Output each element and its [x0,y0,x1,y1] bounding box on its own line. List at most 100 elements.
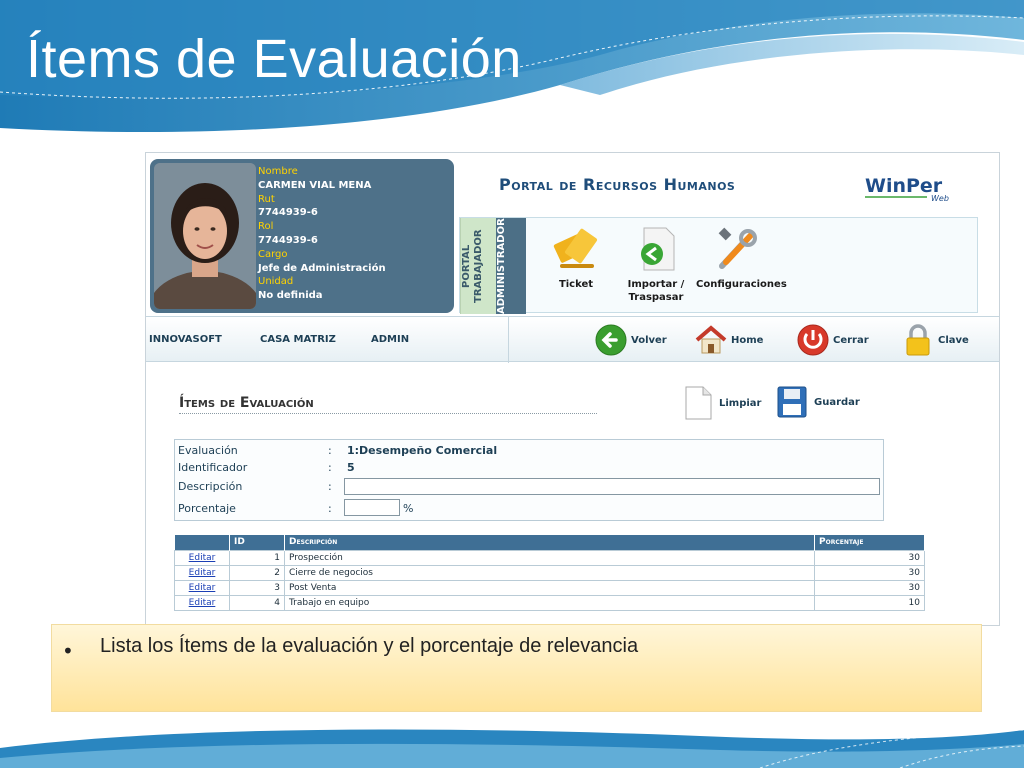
back-button[interactable]: Volver [594,323,667,357]
row-id: 3 [229,579,285,596]
evaluacion-label: Evaluación [178,444,238,457]
portal-title: Portal de Recursos Humanos [499,175,736,194]
profile-value-unidad: No definida [258,290,323,302]
porcentaje-colon: : [328,502,332,515]
evaluacion-value: 1:Desempeño Comercial [347,444,498,457]
row-porcentaje: 30 [814,564,925,581]
tools-icon [718,227,757,269]
row-descripcion: Trabajo en equipo [284,594,815,611]
import-icon [641,227,675,271]
save-button[interactable]: Guardar [776,385,860,419]
header-descripcion: Descripción [284,535,815,550]
back-label: Volver [631,334,667,346]
import-label: Importar / Traspasar [627,279,685,303]
form-row-porcentaje: Porcentaje : [178,502,332,515]
edit-link[interactable]: Editar [174,594,230,611]
configuraciones-label: Configuraciones [696,279,787,290]
nav-company[interactable]: INNOVASOFT [149,334,222,345]
profile-label-unidad: Unidad [258,276,294,288]
clear-label: Limpiar [719,397,762,409]
save-label: Guardar [814,396,860,408]
identificador-colon: : [328,461,332,474]
slide-title: Ítems de Evaluación [26,29,522,89]
winper-logo: WinPer Web [865,175,949,203]
row-porcentaje: 10 [814,594,925,611]
profile-card: Nombre CARMEN VIAL MENA Rut 7744939-6 Ro… [150,159,454,313]
row-porcentaje: 30 [814,549,925,566]
edit-link[interactable]: Editar [174,564,230,581]
edit-link[interactable]: Editar [174,579,230,596]
blank-page-icon [685,386,712,420]
footer-wave [0,729,1024,768]
row-descripcion: Post Venta [284,579,815,596]
row-id: 2 [229,564,285,581]
configuraciones-button[interactable]: Configuraciones [696,224,787,291]
profile-label-rol: Rol [258,221,274,233]
header-edit [174,535,230,550]
password-label: Clave [938,334,969,346]
caption-box: • Lista los Ítems de la evaluación y el … [51,624,982,712]
profile-value-cargo: Jefe de Administración [258,262,386,274]
evaluation-form: Evaluación : 1:Desempeño Comercial Ident… [174,439,884,521]
row-id: 4 [229,594,285,611]
table-row: Editar 1 Prospección 30 [174,549,925,566]
porcentaje-unit: % [403,502,414,515]
lock-icon [906,324,930,356]
table-row: Editar 3 Post Venta 30 [174,579,925,596]
clear-button[interactable]: Limpiar [683,385,762,421]
profile-label-nombre: Nombre [258,166,298,177]
descripcion-input[interactable] [344,478,880,495]
tab-administrador[interactable]: ADMINISTRADOR [496,218,526,314]
nav-branch[interactable]: CASA MATRIZ [260,334,336,345]
ticket-icon [553,228,598,268]
app-screenshot: Nombre CARMEN VIAL MENA Rut 7744939-6 Ro… [145,152,1000,626]
porcentaje-label: Porcentaje [178,502,236,515]
form-row-identificador: Identificador : 5 [178,461,355,474]
nav-user[interactable]: ADMIN [371,334,409,345]
tab-portal-trabajador[interactable]: PORTAL TRABAJADOR [460,218,496,314]
home-button[interactable]: Home [694,323,763,357]
home-icon [695,325,727,354]
caption-bullet: • [62,639,74,663]
identificador-value: 5 [347,461,355,474]
descripcion-label: Descripción [178,480,243,493]
row-descripcion: Prospección [284,549,815,566]
descripcion-colon: : [328,480,332,493]
caption-text: Lista los Ítems de la evaluación y el po… [100,635,639,657]
profile-value-rol: 7744939-6 [258,234,318,246]
profile-label-cargo: Cargo [258,248,288,260]
profile-label-rut: Rut [258,193,275,205]
role-panel: PORTAL TRABAJADOR ADMINISTRADOR Ticket I… [459,217,978,314]
evaluacion-colon: : [328,444,332,457]
close-session-label: Cerrar [833,334,869,346]
porcentaje-input[interactable] [344,499,400,516]
form-row-descripcion: Descripción : [178,480,332,493]
identificador-label: Identificador [178,461,248,474]
password-button[interactable]: Clave [901,323,969,357]
table-row: Editar 4 Trabajo en equipo 10 [174,594,925,611]
header-porcentaje: Porcentaje [814,535,925,550]
nav-divider [508,317,509,363]
power-icon [797,324,829,356]
profile-value-rut: 7744939-6 [258,207,318,219]
row-id: 1 [229,549,285,566]
table-header-row: ID Descripción Porcentaje [174,535,925,550]
header-id: ID [229,535,285,550]
ticket-label: Ticket [558,279,594,290]
row-descripcion: Cierre de negocios [284,564,815,581]
table-row: Editar 2 Cierre de negocios 30 [174,564,925,581]
ticket-button[interactable]: Ticket [534,224,618,291]
nav-bar: INNOVASOFT CASA MATRIZ ADMIN Volver Home [146,316,999,363]
row-porcentaje: 30 [814,579,925,596]
edit-link[interactable]: Editar [174,549,230,566]
section-title: Ítems de Evaluación [179,395,597,414]
profile-fields: Nombre CARMEN VIAL MENA Rut 7744939-6 Ro… [258,165,386,303]
user-photo [154,163,256,309]
form-row-evaluacion: Evaluación : 1:Desempeño Comercial [178,444,497,457]
avatar-icon [154,163,256,309]
close-session-button[interactable]: Cerrar [796,323,869,357]
logo-sub: Web [931,194,949,203]
home-label: Home [731,334,764,346]
import-button[interactable]: Importar / Traspasar [614,224,698,304]
items-table: ID Descripción Porcentaje Editar 1 Prosp… [174,535,925,611]
